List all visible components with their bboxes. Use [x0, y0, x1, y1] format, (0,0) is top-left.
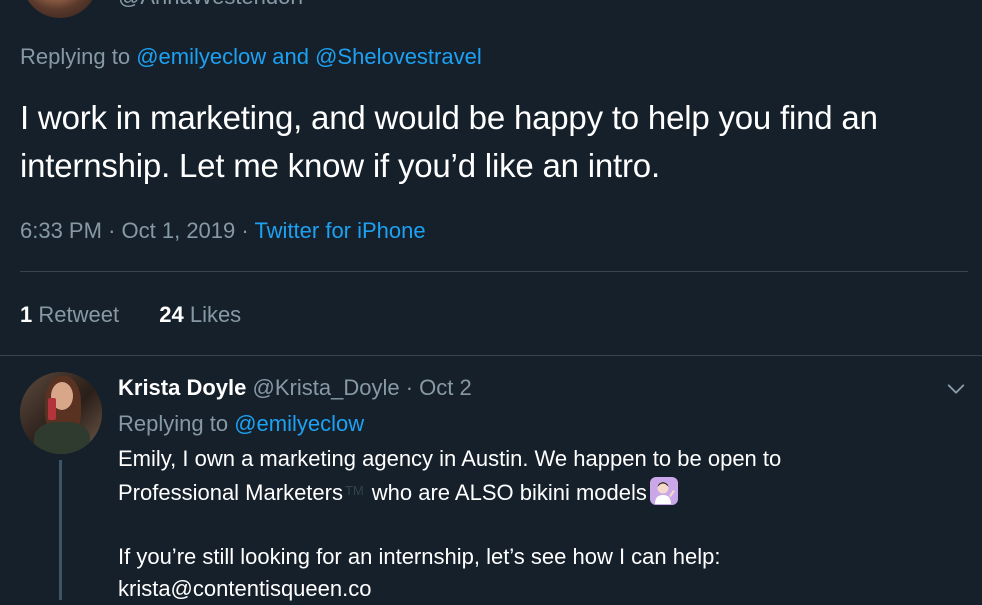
meta-separator: · — [108, 218, 116, 243]
mention-link-shelovestravel[interactable]: @Shelovestravel — [315, 44, 482, 69]
replying-to-label: Replying to — [20, 44, 131, 69]
reply-text: Emily, I own a marketing agency in Austi… — [118, 443, 958, 605]
mention-joiner: and — [272, 44, 309, 69]
reply-date[interactable]: Oct 2 — [419, 375, 472, 400]
reply-author-avatar[interactable] — [20, 372, 102, 454]
reply-replying-line: Replying to @emilyeclow — [118, 409, 364, 439]
tweet-stats: 1 Retweet 24 Likes — [20, 300, 241, 330]
replying-to-label: Replying to — [118, 411, 229, 436]
person-tipping-hand-icon — [649, 477, 678, 505]
reply-author-handle[interactable]: @Krista_Doyle — [253, 375, 400, 400]
reply-text-line: Emily, I own a marketing agency in Austi… — [118, 446, 782, 471]
chevron-down-icon[interactable] — [945, 378, 967, 400]
thread-line — [59, 460, 62, 600]
retweets-stat[interactable]: 1 Retweet — [20, 300, 119, 330]
author-avatar[interactable] — [22, 0, 98, 18]
tweet-date[interactable]: Oct 1, 2019 — [122, 218, 236, 243]
retweets-count: 1 — [20, 302, 33, 327]
reply-email-text: krista@contentisqueen.co — [118, 576, 372, 601]
tweet-meta: 6:33 PM · Oct 1, 2019 · Twitter for iPho… — [20, 216, 426, 246]
trademark-mark: TM — [344, 483, 364, 498]
reply-text-line: Professional Marketers TM who are ALSO bik… — [118, 475, 958, 509]
tweet-time[interactable]: 6:33 PM — [20, 218, 102, 243]
reply-text-segment: who are ALSO bikini models — [371, 480, 647, 505]
mention-link-emilyeclow[interactable]: @emilyeclow — [234, 411, 364, 436]
tweet-text: I work in marketing, and would be happy … — [20, 99, 878, 184]
header-separator: · — [405, 375, 414, 400]
avatar-shirt — [34, 422, 90, 454]
paragraph-break — [118, 509, 958, 541]
replying-to-line: Replying to @emilyeclow and @Shelovestra… — [20, 43, 482, 71]
meta-separator: · — [241, 218, 249, 243]
likes-label: Likes — [189, 302, 242, 327]
tweet-source-link[interactable]: Twitter for iPhone — [254, 218, 425, 243]
likes-stat[interactable]: 24 Likes — [159, 300, 241, 330]
retweets-label: Retweet — [38, 302, 120, 327]
divider — [0, 355, 982, 356]
reply-author-name[interactable]: Krista Doyle — [118, 375, 246, 400]
reply-text-line: If you’re still looking for an internshi… — [118, 544, 721, 569]
likes-count: 24 — [159, 302, 184, 327]
author-handle[interactable]: @AnnaWestendorf — [118, 0, 304, 10]
mention-link-emilyeclow[interactable]: @emilyeclow — [136, 44, 266, 69]
divider — [20, 271, 968, 272]
avatar-wine-glass — [48, 398, 56, 420]
reply-text-segment: Professional Marketers — [118, 480, 343, 505]
reply-header: Krista Doyle @Krista_Doyle · Oct 2 — [118, 373, 472, 403]
